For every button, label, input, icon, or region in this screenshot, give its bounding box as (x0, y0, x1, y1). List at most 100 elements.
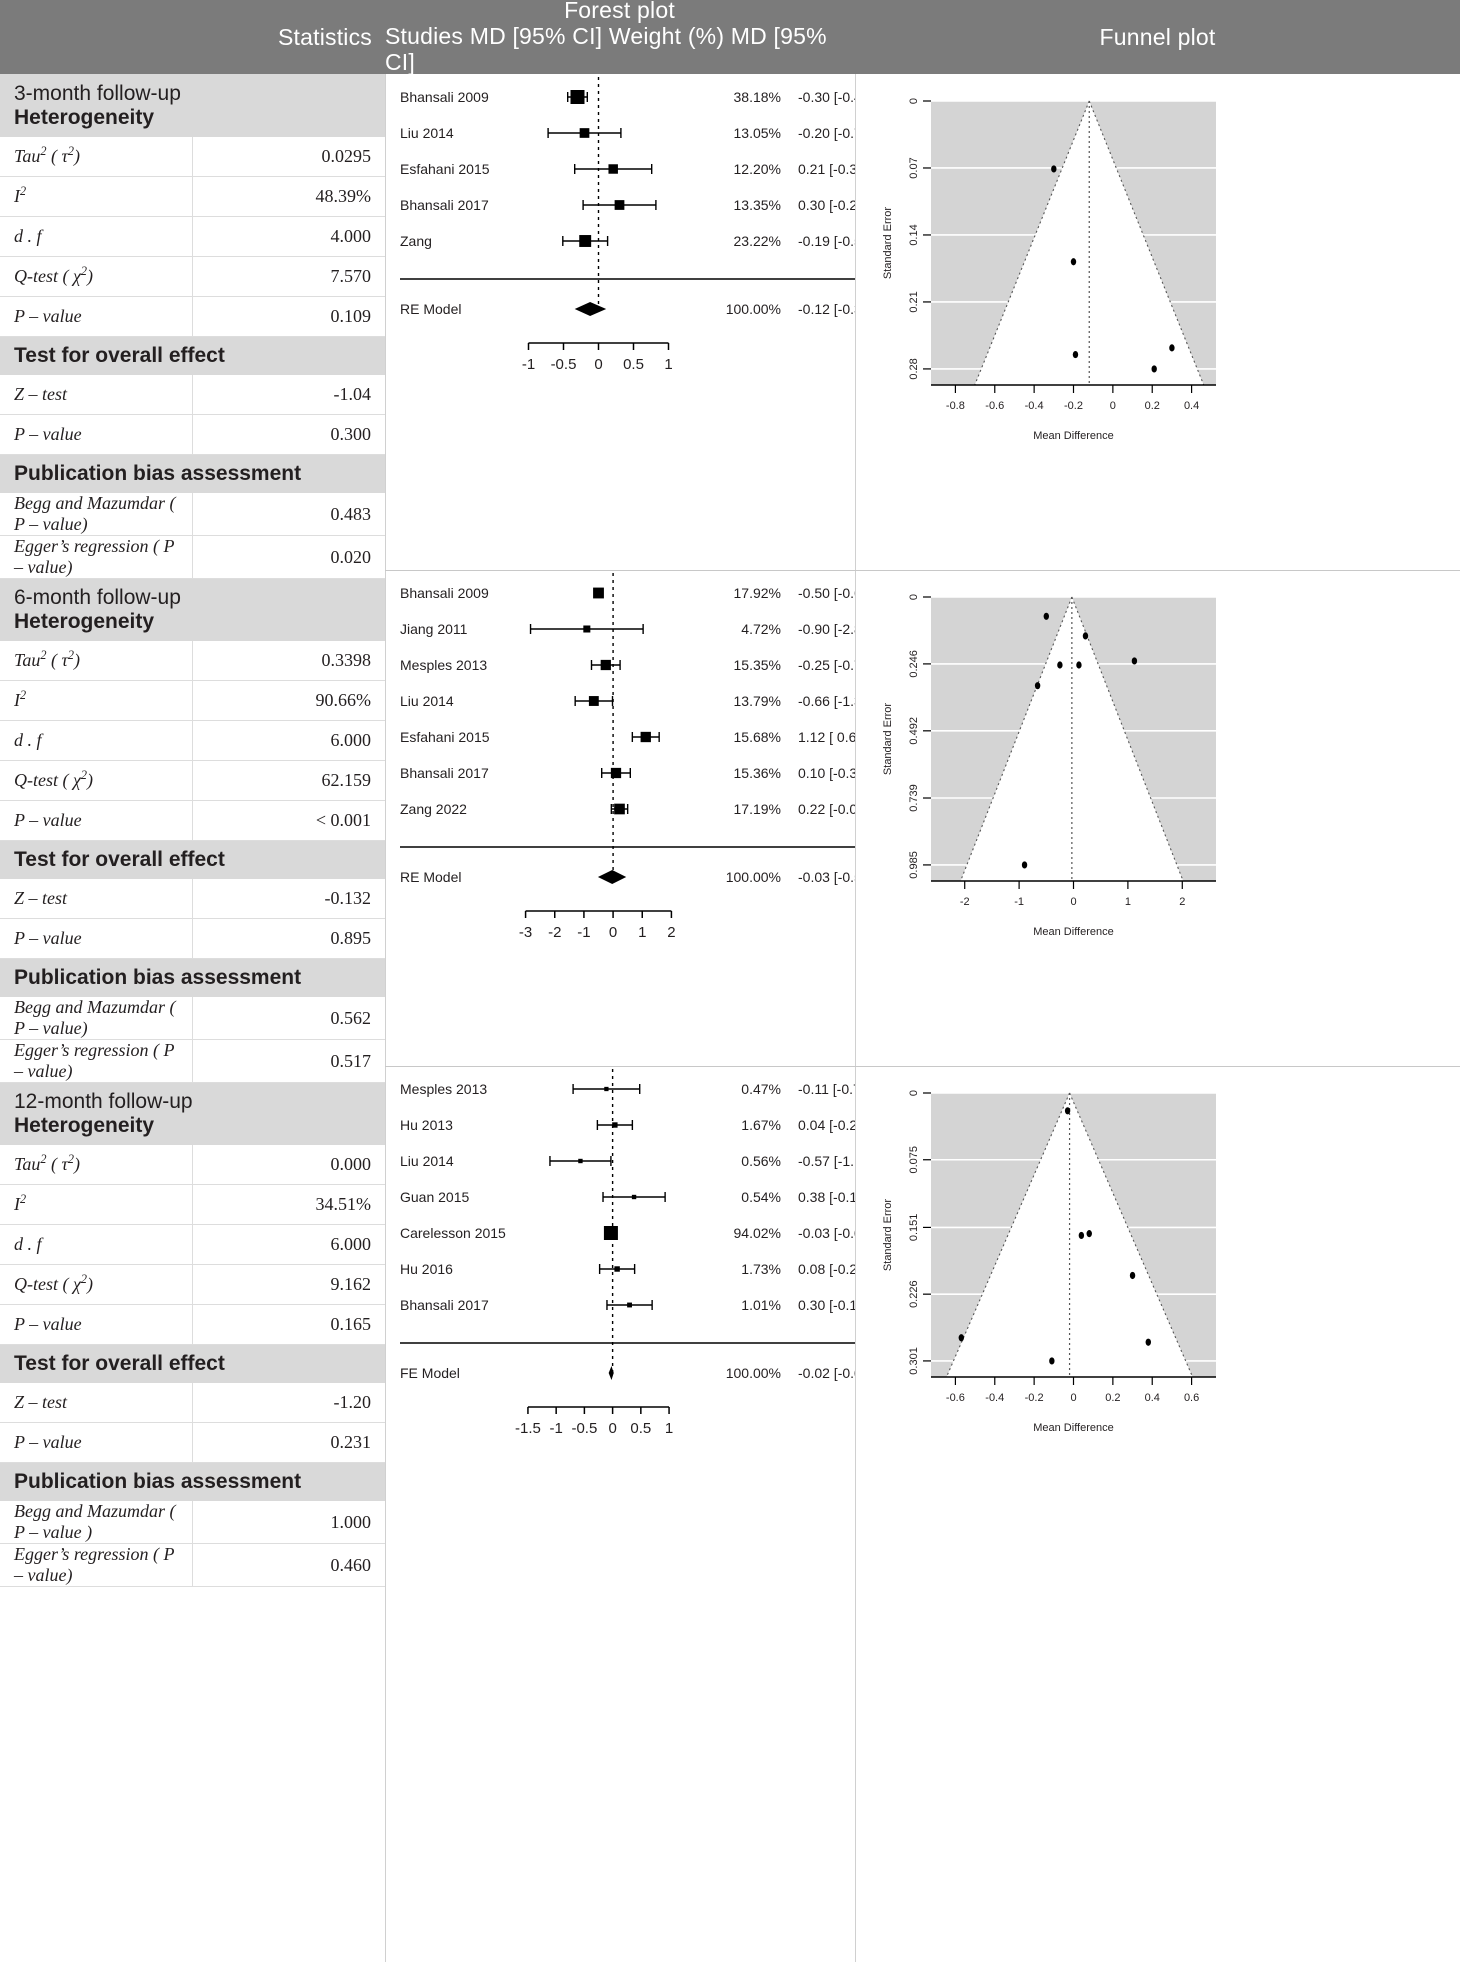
forest-x-tick-label: -1.5 (515, 1420, 541, 1437)
forest-ci-text: -0.57 [-1.11, -0.03] (798, 1153, 855, 1169)
table-row: Q-test ( χ2) 7.570 (0, 256, 385, 297)
row-value-begg-2: 0.562 (330, 1007, 372, 1028)
funnel-data-point (1049, 1357, 1055, 1365)
pub-bias-label-2: Publication bias assessment (14, 965, 302, 989)
funnel-data-point (1078, 1231, 1085, 1240)
forest-study-label: Esfahani 2015 (400, 161, 490, 177)
section-title-3-month: 3-month follow-up (14, 81, 181, 105)
forest-ci-text: -0.50 [-0.64, -0.36] (798, 585, 855, 601)
header-statistics-label: Statistics (277, 23, 373, 50)
row-value-begg-3: 1.000 (330, 1511, 372, 1532)
row-label-qtest-2: Q-test ( χ2) (14, 768, 94, 790)
forest-x-tick-label: -0.5 (551, 356, 577, 373)
funnel-x-tick-label: 1 (1125, 896, 1131, 908)
forest-ci-text: -0.20 [-0.72, 0.32] (798, 125, 855, 141)
funnel-x-tick-label: 0.6 (1184, 1392, 1199, 1404)
forest-weight-value: 1.67% (741, 1117, 781, 1133)
table-row: Tau2 ( τ2) 0.000 (0, 1144, 385, 1185)
header-funnel-plot: Funnel plot (855, 0, 1460, 74)
section-header-pub-bias-1: Publication bias assessment (0, 454, 385, 493)
forest-x-tick-label: -0.5 (571, 1420, 597, 1437)
forest-study-label: Hu 2016 (400, 1261, 453, 1277)
forest-ci-text: 0.04 [-0.27, 0.35] (798, 1117, 855, 1133)
forest-study-label: Jiang 2011 (400, 621, 468, 637)
forest-plot-3-month: Bhansali 2009 38.18% -0.30 [-0.44, -0.16] L… (386, 75, 855, 570)
table-row: Z – test -1.04 (0, 374, 385, 415)
forest-svg-1: Bhansali 2009 38.18% -0.30 [-0.44, -0.16] L… (400, 77, 855, 373)
funnel-y-tick-label: 0.21 (908, 291, 920, 312)
row-label-begg-1: Begg and Mazumdar ( P – value) (14, 493, 176, 534)
funnel-plot-6-month: 0 0.246 0.492 0.739 0.985 -2 -1 0 1 2 Mean Differe… (856, 571, 1460, 1066)
funnel-y-tick-label: 0.28 (908, 358, 920, 379)
row-value-egger-2: 0.517 (330, 1050, 372, 1071)
table-row: Tau2 ( τ2) 0.0295 (0, 136, 385, 177)
row-value-qtest-3: 9.162 (330, 1274, 372, 1294)
row-value-egger-1: 0.020 (330, 546, 372, 567)
forest-x-tick-label: 0 (609, 924, 617, 941)
forest-point-marker (579, 235, 592, 247)
row-label-tau2-2: Tau2 ( τ2) (14, 648, 81, 670)
forest-weight-value: 1.01% (741, 1297, 781, 1313)
table-row: Egger’s regression ( P – value) 0.517 (0, 1039, 385, 1083)
funnel-y-tick-label: 0.301 (908, 1347, 920, 1375)
forest-summary-ci: -0.03 [-0.52, 0.45] (798, 869, 855, 885)
row-label-i2-2: I2 (14, 688, 27, 710)
forest-weight-value: 94.02% (734, 1225, 781, 1241)
funnel-x-tick-label: -0.2 (1064, 400, 1083, 412)
row-label-ztest-1: Z – test (14, 384, 68, 404)
funnel-x-tick-label: -1 (1014, 896, 1024, 908)
funnel-data-point (1169, 344, 1175, 352)
forest-weight-value: 17.19% (734, 801, 781, 817)
forest-ci-text: -0.90 [-2.83, 1.03] (798, 621, 855, 637)
forest-ci-text: -0.66 [-1.30, -0.02] (798, 693, 855, 709)
table-row: d . f 4.000 (0, 216, 385, 257)
funnel-x-tick-label: 0.4 (1145, 1392, 1160, 1404)
table-row: Q-test ( χ2) 9.162 (0, 1264, 385, 1305)
row-value-i2-2: 90.66% (315, 690, 372, 710)
funnel-y-axis-label: Standard Error (882, 703, 894, 775)
header-funnel-label: Funnel plot (1099, 23, 1216, 50)
row-value-ztest-2: -0.132 (324, 888, 372, 908)
funnel-y-axis-label: Standard Error (882, 1199, 894, 1271)
funnel-x-tick-label: -0.6 (946, 1392, 965, 1404)
funnel-data-point (1021, 861, 1028, 869)
funnel-data-point (1129, 1271, 1136, 1280)
test-overall-label-3: Test for overall effect (14, 1351, 225, 1375)
forest-study-label: Liu 2014 (400, 693, 454, 709)
funnel-plot-12-month: 0 0.075 0.151 0.226 0.301 -0.6 -0.4 -0.2 0 0.2 0.4… (856, 1067, 1460, 1562)
forest-x-tick-label: -1 (522, 356, 535, 373)
funnel-data-point (1057, 661, 1063, 669)
funnel-data-point (1051, 165, 1057, 173)
row-label-ztest-3: Z – test (14, 1392, 68, 1412)
table-row: Z – test -1.20 (0, 1382, 385, 1423)
table-row: Tau2 ( τ2) 0.3398 (0, 640, 385, 681)
table-row: I2 34.51% (0, 1184, 385, 1225)
forest-weight-value: 1.73% (741, 1261, 781, 1277)
row-label-begg-2: Begg and Mazumdar ( P – value) (14, 997, 176, 1038)
row-label-egger-2: Egger’s regression ( P – value) (14, 1040, 175, 1081)
forest-x-tick-label: 0 (594, 356, 602, 373)
funnel-data-point (1034, 682, 1041, 690)
table-row: P – value < 0.001 (0, 800, 385, 841)
forest-point-marker (570, 90, 585, 104)
row-value-qtest-2: 62.159 (321, 770, 372, 790)
row-label-egger-1: Egger’s regression ( P – value) (14, 536, 175, 577)
funnel-plot-3-month: 0 0.07 0.14 0.21 0.28 -0.8 -0.6 -0.4 -0.2 0 0.2 0.4… (856, 75, 1460, 570)
table-row: P – value 0.300 (0, 414, 385, 455)
forest-x-tick-label: 1 (638, 924, 646, 941)
forest-ci-text: -0.03 [-0.07, 0.01] (798, 1225, 855, 1241)
forest-ci-text: -0.11 [-0.70, 0.48] (798, 1081, 855, 1097)
funnel-data-point (1151, 365, 1157, 373)
row-label-ztest-2: Z – test (14, 888, 68, 908)
forest-svg-3: Mesples 2013 0.47% -0.11 [-0.70, 0.48] Hu 2… (400, 1069, 855, 1437)
forest-summary-diamond (597, 870, 627, 884)
heterogeneity-label-2: Heterogeneity (14, 609, 155, 633)
table-row: I2 48.39% (0, 176, 385, 217)
header-statistics: Statistics (266, 0, 385, 74)
funnel-x-tick-label: -0.8 (946, 400, 965, 412)
funnel-data-point (1070, 258, 1077, 266)
funnel-x-tick-label: 0.4 (1184, 400, 1199, 412)
table-row: d . f 6.000 (0, 720, 385, 761)
forest-weight-value: 4.72% (741, 621, 781, 637)
forest-ci-text: 0.22 [-0.06, 0.50] (798, 801, 855, 817)
